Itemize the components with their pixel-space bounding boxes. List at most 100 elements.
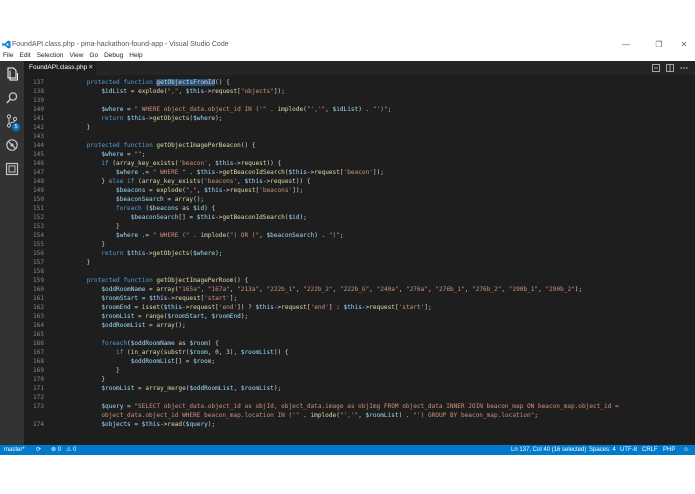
menu-view[interactable]: View xyxy=(66,51,86,61)
code-text: protected function getObjectImagePerRoom… xyxy=(72,276,248,285)
code-line[interactable]: 167 if (in_array(substr($room, 0, 3), $r… xyxy=(24,348,695,357)
tab-foundapi[interactable]: FoundAPI.class.php ✕ xyxy=(24,61,96,75)
code-token: $this xyxy=(149,295,168,302)
tab-label: FoundAPI.class.php xyxy=(29,64,88,71)
code-line[interactable]: 148 } else if (array_key_exists('beacons… xyxy=(24,177,695,186)
code-line[interactable]: 168 $oddRoomList[] = $room; xyxy=(24,357,695,366)
menu-help[interactable]: Help xyxy=(126,51,145,61)
open-changes-icon[interactable] xyxy=(652,64,660,72)
more-actions-icon[interactable] xyxy=(680,64,688,72)
git-branch[interactable]: master* xyxy=(4,445,25,455)
code-line[interactable]: 141 return $this->getObjects($where); xyxy=(24,114,695,123)
code-token: ( xyxy=(108,160,117,167)
code-token: "240a" xyxy=(376,286,399,293)
code-token: .= xyxy=(138,169,153,176)
code-token: $query xyxy=(101,403,124,410)
minimize-button[interactable]: — xyxy=(615,38,637,51)
code-token: ")" xyxy=(328,232,340,239)
menu-file[interactable]: File xyxy=(0,51,16,61)
error-count[interactable]: ⊗ 0 xyxy=(51,445,61,455)
code-token: , xyxy=(233,385,241,392)
code-line[interactable]: 155 } xyxy=(24,240,695,249)
code-text: $where = ""; xyxy=(72,150,145,159)
code-line[interactable]: 174 $objects = $this->read($query); xyxy=(24,420,695,429)
code-line[interactable]: 166 foreach($oddRoomName as $room) { xyxy=(24,339,695,348)
code-line[interactable]: 159 protected function getObjectImagePer… xyxy=(24,276,695,285)
code-line[interactable]: 162 $roomEnd = isset($this->request['end… xyxy=(24,303,695,312)
code-line[interactable]: 160 $oddRoomName = array("165a", "167a",… xyxy=(24,285,695,294)
code-line[interactable]: 138 $idList = explode(",", $this->reques… xyxy=(24,87,695,96)
code-token: } xyxy=(72,376,106,383)
debug-icon[interactable] xyxy=(5,138,19,152)
search-icon[interactable] xyxy=(5,91,19,105)
menu-go[interactable]: Go xyxy=(86,51,101,61)
code-line[interactable]: 171 $roomList = array_merge($oddRoomList… xyxy=(24,384,695,393)
code-token: array_merge xyxy=(145,385,186,392)
code-token: , xyxy=(178,88,186,95)
code-line[interactable]: 151 foreach ($beacons as $id) { xyxy=(24,204,695,213)
code-line[interactable]: 147 $where .= " WHERE " . $this->getBeac… xyxy=(24,168,695,177)
code-line[interactable]: 139 xyxy=(24,96,695,105)
line-number: 141 xyxy=(32,115,44,122)
code-line[interactable]: 143 xyxy=(24,132,695,141)
tab-close-icon[interactable]: ✕ xyxy=(88,61,93,75)
close-window-button[interactable]: ✕ xyxy=(673,38,695,51)
code-token: ); xyxy=(240,313,249,320)
feedback-icon[interactable]: ☺ xyxy=(683,445,689,455)
code-line[interactable]: 156 return $this->getObjects($where); xyxy=(24,249,695,258)
code-token: $this xyxy=(127,115,146,122)
code-line[interactable]: 140 $where = " WHERE object_data.object_… xyxy=(24,105,695,114)
extensions-icon[interactable] xyxy=(5,162,19,176)
code-token: $roomStart xyxy=(101,295,139,302)
code-token: $beaconSearch xyxy=(116,196,164,203)
code-line[interactable]: 165 xyxy=(24,330,695,339)
code-token: implode xyxy=(310,412,337,419)
code-line[interactable]: 172 xyxy=(24,393,695,402)
code-line[interactable]: object_data.object_id WHERE beacon_map.l… xyxy=(24,411,695,420)
code-line[interactable]: 153 } xyxy=(24,222,695,231)
code-line[interactable]: 158 xyxy=(24,267,695,276)
code-line[interactable]: 146 if (array_key_exists('beacon', $this… xyxy=(24,159,695,168)
code-token: ) . xyxy=(314,232,329,239)
line-endings[interactable]: CRLF xyxy=(642,445,658,455)
menu-edit[interactable]: Edit xyxy=(16,51,33,61)
code-line[interactable]: 137 protected function getObjectsFromId(… xyxy=(24,78,695,87)
cursor-position[interactable]: Ln 137, Col 40 (16 selected) xyxy=(511,445,586,455)
encoding[interactable]: UTF-8 xyxy=(620,445,637,455)
code-token: "276b_1" xyxy=(435,286,465,293)
code-token: getObjectImagePerBeacon xyxy=(156,142,241,149)
code-line[interactable]: 163 $roomList = range($roomStart, $roomE… xyxy=(24,312,695,321)
code-line[interactable]: 149 $beacons = explode(",", $this->reque… xyxy=(24,186,695,195)
window-title: FoundAPI.class.php - pma-hackathon-found… xyxy=(12,41,229,48)
code-line[interactable]: 142 } xyxy=(24,123,695,132)
code-token: 'start' xyxy=(398,304,425,311)
code-line[interactable]: 170 } xyxy=(24,375,695,384)
code-token: = xyxy=(130,421,142,428)
sync-icon[interactable]: ⟳ xyxy=(36,445,41,455)
code-token: . xyxy=(189,232,201,239)
files-icon[interactable] xyxy=(5,67,19,81)
code-line[interactable]: 169 } xyxy=(24,366,695,375)
code-text: return $this->getObjects($where); xyxy=(72,249,222,258)
code-token: (); xyxy=(193,196,205,203)
code-line[interactable]: 173 $query = "SELECT object_data.object_… xyxy=(24,402,695,411)
code-text: } xyxy=(72,222,120,231)
code-line[interactable]: 164 $oddRoomList = array(); xyxy=(24,321,695,330)
menu-selection[interactable]: Selection xyxy=(34,51,67,61)
code-line[interactable]: 152 $beaconSearch[] = $this->getBeaconId… xyxy=(24,213,695,222)
language-mode[interactable]: PHP xyxy=(663,445,675,455)
indentation[interactable]: Spaces: 4 xyxy=(589,445,616,455)
menu-debug[interactable]: Debug xyxy=(101,51,126,61)
code-line[interactable]: 161 $roomStart = $this->request['start']… xyxy=(24,294,695,303)
code-line[interactable]: 154 $where .= " WHERE (" . implode(") OR… xyxy=(24,231,695,240)
code-line[interactable]: 157 } xyxy=(24,258,695,267)
code-line[interactable]: 144 protected function getObjectImagePer… xyxy=(24,141,695,150)
code-editor[interactable]: 137 protected function getObjectsFromId(… xyxy=(24,75,695,445)
split-editor-icon[interactable] xyxy=(666,64,674,72)
maximize-button[interactable]: ❐ xyxy=(648,38,670,51)
code-line[interactable]: 145 $where = ""; xyxy=(24,150,695,159)
warning-count[interactable]: ⚠ 0 xyxy=(66,445,76,455)
code-token: 'beacon' xyxy=(178,160,208,167)
code-line[interactable]: 150 $beaconSearch = array(); xyxy=(24,195,695,204)
